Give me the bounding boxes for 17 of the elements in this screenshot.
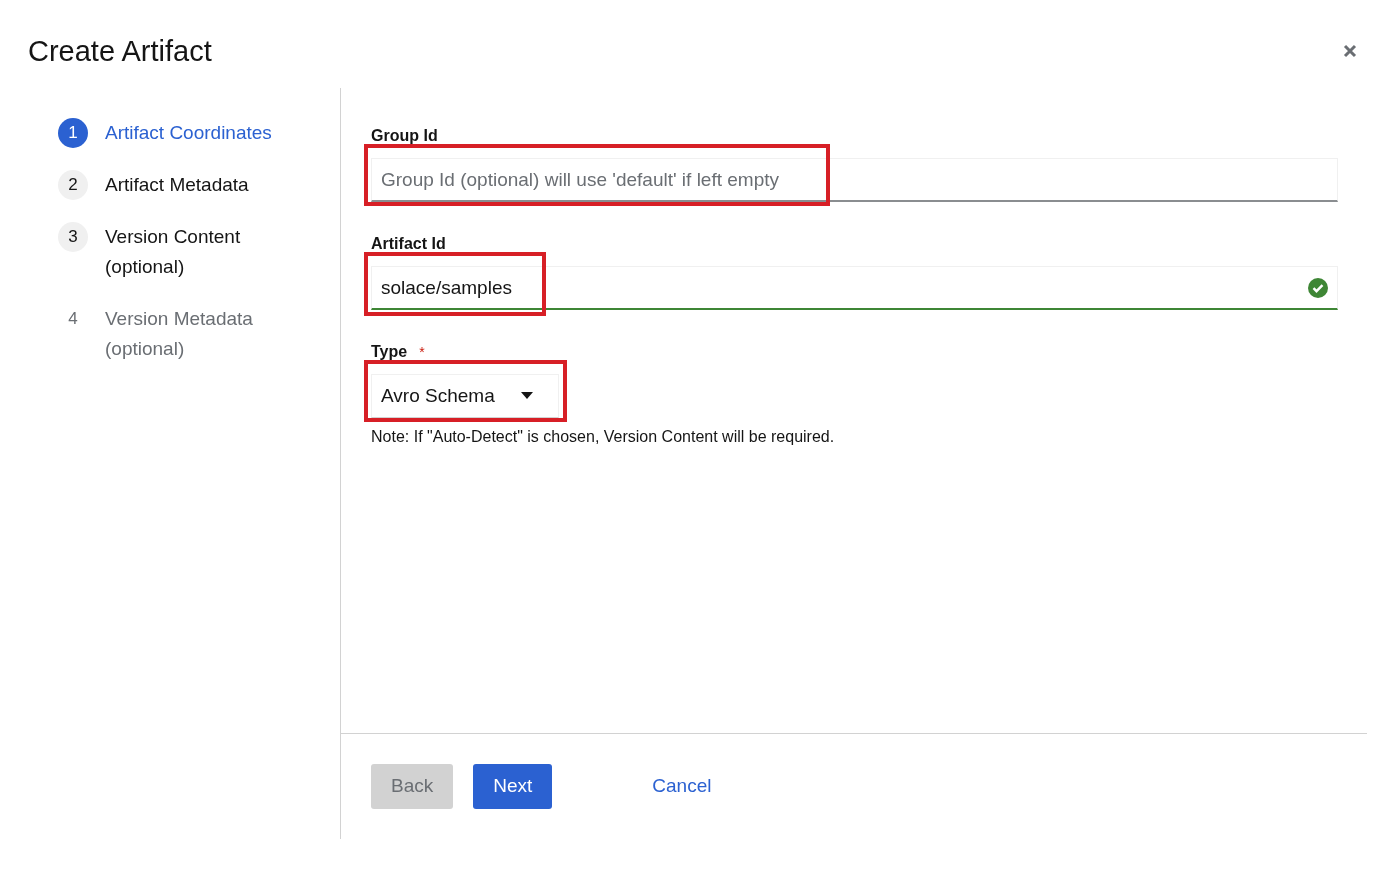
- wizard-step[interactable]: 1 Artifact Coordinates: [58, 118, 340, 148]
- check-circle-icon: [1308, 278, 1328, 298]
- field-label: Group Id: [371, 126, 438, 146]
- wizard-button[interactable]: Next: [473, 764, 553, 809]
- helper-text: Note: If "Auto-Detect" is chosen, Version Content will be required.: [371, 427, 836, 447]
- wizard-step[interactable]: 2 Artifact Metadata: [58, 170, 340, 200]
- required-mark: *: [419, 342, 425, 362]
- type-select[interactable]: Avro Schema: [371, 374, 559, 418]
- input-field[interactable]: Group Id (optional) will use 'default' if left empty: [371, 158, 1338, 202]
- caret-down-icon: [521, 392, 533, 400]
- dialog-title: Create Artifact: [28, 34, 212, 69]
- cancel-link[interactable]: Cancel: [632, 764, 732, 809]
- field-label: Type: [371, 342, 408, 362]
- field-label: Artifact Id: [371, 234, 446, 254]
- close-button[interactable]: [1343, 44, 1357, 58]
- input-field[interactable]: solace/samples: [371, 266, 1338, 310]
- wizard-step[interactable]: 3 Version Content (optional): [58, 222, 340, 282]
